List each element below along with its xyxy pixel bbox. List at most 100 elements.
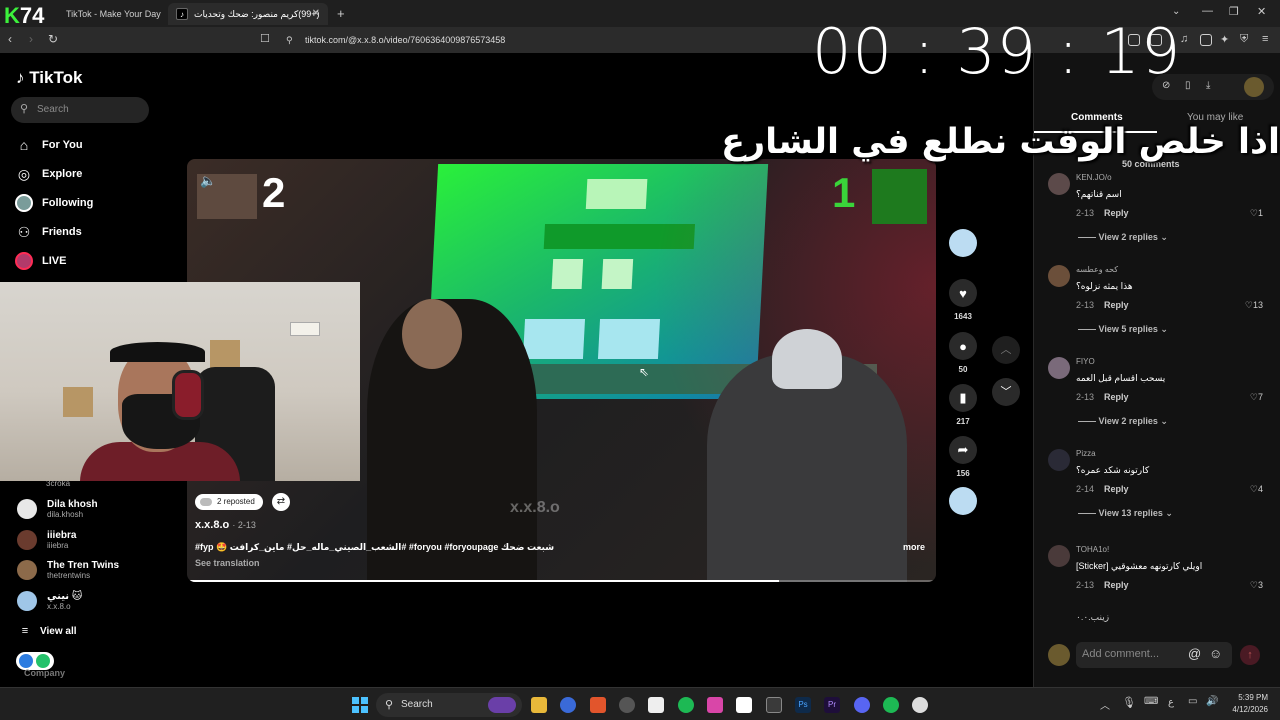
footer-company-link[interactable]: Company [24,668,65,678]
comment-likes[interactable]: ♡13 [1245,300,1263,311]
reply-button[interactable]: Reply [1104,580,1129,590]
minimize-icon[interactable]: — [1202,5,1213,17]
app-icon[interactable] [648,697,664,713]
reply-button[interactable]: Reply [1104,484,1129,494]
following-item[interactable]: iiiebra iiiebra [17,525,76,555]
previous-video-button[interactable]: ︿ [992,336,1020,364]
tiktok-logo[interactable]: ♪ TikTok [16,68,82,88]
creator-avatar-action[interactable] [949,229,977,257]
view-replies-link[interactable]: —— View 2 replies ⌄ [1078,232,1168,243]
obs-icon[interactable] [912,697,928,713]
windows-start-icon[interactable] [352,697,368,713]
clock-date[interactable]: 4/12/2026 [1224,705,1268,714]
tab-video[interactable]: ♪ (+99)كريم منصور: ضحك وتحديات ✕ [168,3,328,25]
avatar[interactable] [1048,545,1070,567]
view-replies-link[interactable]: —— View 13 replies ⌄ [1078,508,1173,519]
see-translation-link[interactable]: See translation [195,558,260,568]
avatar[interactable] [1048,265,1070,287]
save-action[interactable]: ▮ 217 [949,384,977,426]
maximize-icon[interactable]: ❐ [1229,5,1239,18]
extension-icon[interactable] [1200,34,1212,46]
view-replies-link[interactable]: —— View 5 replies ⌄ [1078,324,1168,335]
taskbar-search[interactable]: ⚲ Search [376,693,522,717]
mute-icon[interactable]: 🔈 [200,173,216,189]
nav-following[interactable]: Following [14,191,93,215]
reply-button[interactable]: Reply [1104,208,1129,218]
comment-action[interactable]: ● 50 [949,332,977,374]
video-progress-bar[interactable] [187,580,936,582]
premiere-icon[interactable]: Pr [824,697,840,713]
download-icon[interactable]: ⤓ [1206,80,1210,91]
shield-icon[interactable]: ⛨ [1240,33,1248,46]
network-icon[interactable]: ▭ [1188,696,1197,707]
following-item[interactable]: The Tren Twins thetrentwins [17,555,119,585]
reposted-badge[interactable]: 2 reposted [195,494,263,510]
close-window-icon[interactable]: ✕ [1257,5,1266,18]
microphone-icon[interactable]: 🎙 [1122,696,1136,709]
bookmark-icon[interactable]: ☐ [260,32,270,45]
sparkle-icon[interactable]: ✦ [1220,33,1229,46]
search-input[interactable]: ⚲ Search [11,97,149,123]
app-icon[interactable] [560,697,576,713]
following-item[interactable]: Dila khosh dila.khosh [17,494,98,524]
reply-button[interactable]: Reply [1104,392,1129,402]
close-tab-icon[interactable]: ✕ [312,8,320,19]
avatar[interactable] [1048,449,1070,471]
phone-icon[interactable]: ▯ [1185,80,1191,91]
emoji-icon[interactable]: ☺ [1209,646,1222,661]
comment-likes[interactable]: ♡1 [1250,208,1263,219]
comment-user[interactable]: KEN.JO/o [1076,173,1112,182]
more-link[interactable]: more [903,542,925,552]
reply-button[interactable]: Reply [1104,300,1129,310]
keyboard-icon[interactable]: ⌨ [1144,696,1158,707]
comment-user[interactable]: FIYO [1076,357,1095,366]
mention-icon[interactable]: @ [1188,646,1201,661]
comment-likes[interactable]: ♡7 [1250,392,1263,403]
volume-icon[interactable]: 🔊 [1206,696,1218,707]
tab-tiktok-home[interactable]: TikTok - Make Your Day [58,3,166,25]
avatar[interactable] [1048,173,1070,195]
repost-icon[interactable]: ⇄ [272,493,290,511]
following-item[interactable]: نيني 🐱 x.x.8.o [17,586,82,616]
like-action[interactable]: ♥ 1643 [949,279,977,321]
tray-chevron-icon[interactable]: ︿ [1100,697,1110,712]
calculator-icon[interactable] [766,697,782,713]
app-icon[interactable] [707,697,723,713]
app-icon[interactable] [619,697,635,713]
app-icon[interactable] [678,697,694,713]
comment-likes[interactable]: ♡4 [1250,484,1263,495]
capcut-icon[interactable] [736,697,752,713]
send-comment-button[interactable]: ↑ [1240,645,1260,665]
profile-avatar[interactable] [1244,77,1264,97]
comment-user[interactable]: كحه وعطسه [1076,265,1118,274]
comment-likes[interactable]: ♡3 [1250,580,1263,591]
nav-friends[interactable]: ⚇ Friends [14,220,82,244]
nav-for-you[interactable]: ⌂ For You [14,133,83,157]
photoshop-icon[interactable]: Ps [795,697,811,713]
forward-icon[interactable]: › [29,32,33,46]
menu-icon[interactable]: ≡ [1262,33,1268,45]
spotify-icon[interactable] [883,697,899,713]
view-all-following[interactable]: ≡ View all [18,619,77,643]
file-explorer-icon[interactable] [531,697,547,713]
reload-icon[interactable]: ↻ [48,32,58,46]
url-text[interactable]: tiktok.com/@x.x.8.o/video/76063640098765… [305,35,505,45]
nav-explore[interactable]: ◎ Explore [14,162,82,186]
share-action[interactable]: ➦ 156 [949,436,977,478]
next-video-button[interactable]: ﹀ [992,378,1020,406]
comment-user[interactable]: Pizza [1076,449,1096,458]
video-author[interactable]: x.x.8.o [195,519,229,531]
sound-disc-action[interactable] [949,487,977,515]
nav-live[interactable]: LIVE [14,249,66,273]
language-icon[interactable]: ع [1168,697,1174,708]
comment-user[interactable]: TOHA1o! [1076,545,1109,554]
brave-browser-icon[interactable] [590,697,606,713]
view-replies-link[interactable]: —— View 2 replies ⌄ [1078,416,1168,427]
new-tab-button[interactable]: + [337,6,345,21]
add-comment-input[interactable]: Add comment... @ ☺ [1076,642,1232,668]
clock-time[interactable]: 5:39 PM [1230,693,1268,702]
site-info-icon[interactable]: ⚲ [286,35,293,46]
discord-icon[interactable] [854,697,870,713]
avatar[interactable] [1048,357,1070,379]
back-icon[interactable]: ‹ [8,32,12,46]
